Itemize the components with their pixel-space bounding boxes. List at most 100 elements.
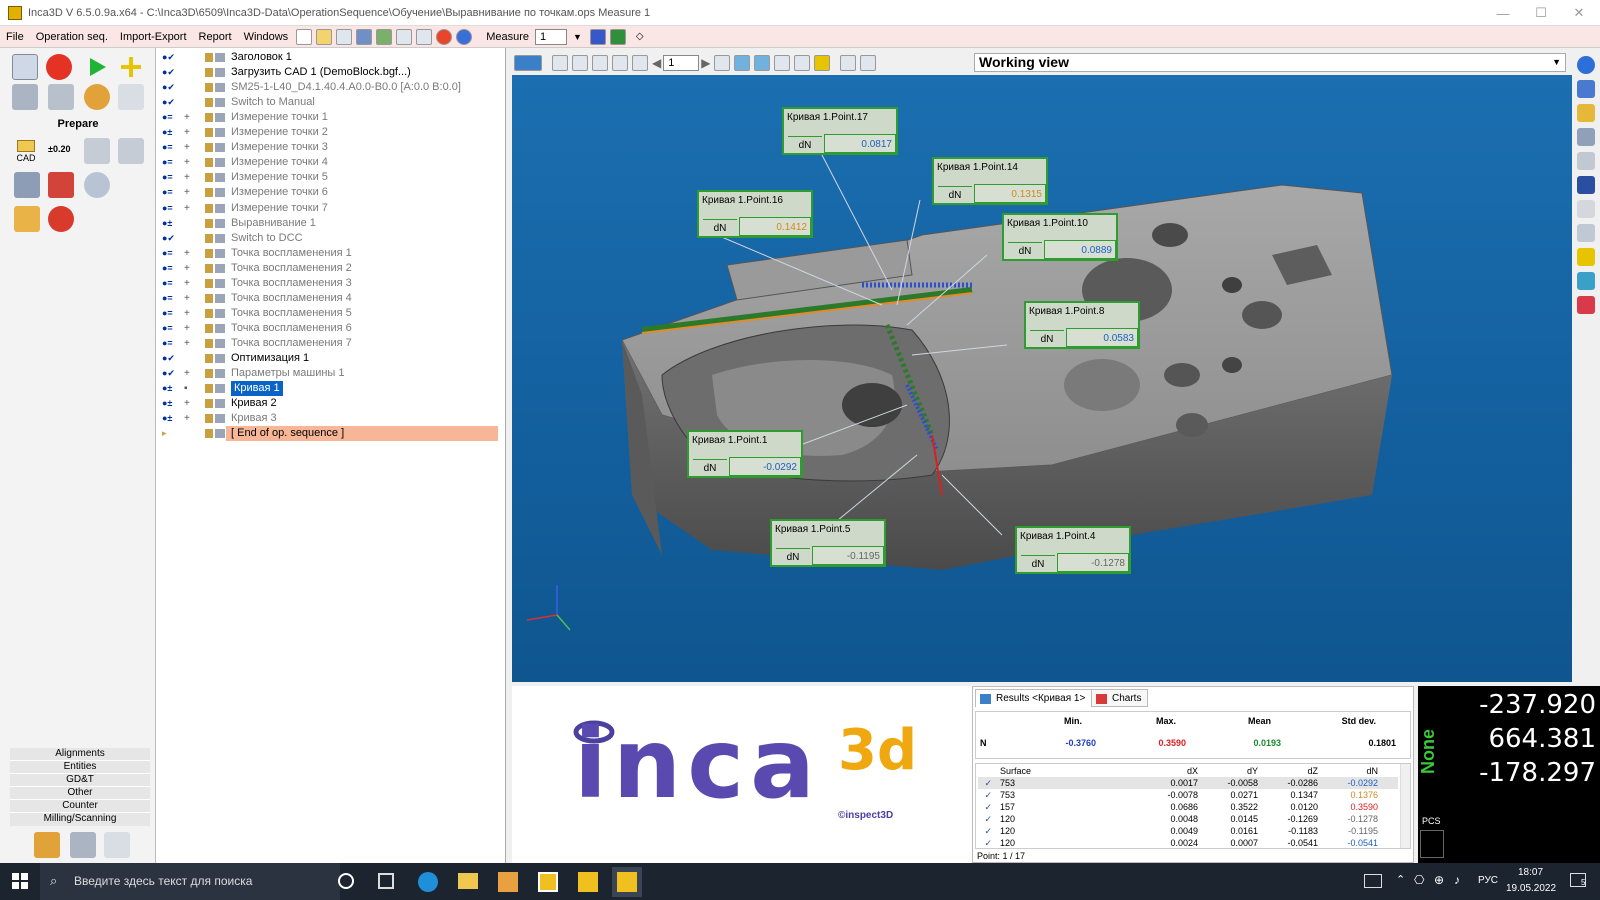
expand-toggle-icon[interactable]: + bbox=[184, 261, 193, 276]
expand-toggle-icon[interactable]: + bbox=[184, 276, 193, 291]
plane-icon[interactable] bbox=[1577, 80, 1595, 98]
3d-viewport[interactable]: Кривая 1.Point.17 dN 0.0817 Кривая 1.Poi… bbox=[512, 75, 1572, 682]
annotation-point-4[interactable]: Кривая 1.Point.4 dN -0.1278 bbox=[1015, 526, 1131, 574]
expand-toggle-icon[interactable]: + bbox=[184, 110, 193, 125]
help-icon[interactable] bbox=[456, 28, 473, 45]
import-icon[interactable] bbox=[376, 28, 393, 45]
tree-row[interactable]: ●± + Кривая 2 bbox=[156, 396, 505, 411]
stop-icon[interactable] bbox=[436, 28, 453, 45]
measure-select[interactable]: 1 bbox=[534, 28, 567, 45]
stylus-icon[interactable] bbox=[48, 84, 74, 110]
more-icon[interactable]: ◇ bbox=[636, 31, 644, 42]
category-alignments[interactable]: Alignments bbox=[10, 748, 150, 761]
annotation-point-17[interactable]: Кривая 1.Point.17 dN 0.0817 bbox=[782, 107, 898, 155]
tree-row[interactable]: ●= + Точка воспламенения 1 bbox=[156, 246, 505, 261]
expand-toggle-icon[interactable]: + bbox=[184, 155, 193, 170]
tree-row[interactable]: ●✔ + Параметры машины 1 bbox=[156, 366, 505, 381]
tree-row[interactable]: ●± + Измерение точки 2 bbox=[156, 125, 505, 140]
previous-icon[interactable]: ◀ bbox=[652, 56, 661, 70]
cone-icon[interactable] bbox=[1577, 248, 1595, 266]
tree-row[interactable]: ●± Выравнивание 1 bbox=[156, 216, 505, 231]
pointer-icon[interactable] bbox=[1577, 152, 1595, 170]
display-icon[interactable] bbox=[1577, 272, 1595, 290]
cursor-icon[interactable] bbox=[1577, 224, 1595, 242]
calibrate-icon[interactable] bbox=[118, 84, 144, 110]
expand-toggle-icon[interactable]: + bbox=[184, 366, 193, 381]
camera-icon[interactable] bbox=[14, 172, 40, 198]
chevron-up-icon[interactable]: ⌃ bbox=[1396, 873, 1405, 886]
view-select-icon[interactable] bbox=[514, 54, 542, 71]
notification-icon[interactable]: 5 bbox=[1570, 873, 1586, 887]
settings-icon[interactable] bbox=[416, 28, 433, 45]
tab-results[interactable]: Results <Кривая 1> bbox=[975, 689, 1093, 707]
tree-row[interactable]: ●= + Точка воспламенения 3 bbox=[156, 276, 505, 291]
grid-icon[interactable] bbox=[336, 28, 353, 45]
close-button[interactable]: ✕ bbox=[1560, 0, 1598, 26]
pick-icon[interactable] bbox=[612, 54, 628, 71]
lock-icon[interactable] bbox=[860, 54, 877, 71]
inspect-icon[interactable] bbox=[84, 172, 110, 198]
globe-icon[interactable]: ⊕ bbox=[1434, 873, 1444, 887]
cortana-icon[interactable] bbox=[338, 873, 354, 889]
expand-toggle-icon[interactable]: ▪ bbox=[184, 381, 193, 396]
measure-add-icon[interactable] bbox=[609, 28, 626, 45]
rotate-icon[interactable] bbox=[14, 206, 40, 232]
expand-toggle-icon[interactable]: + bbox=[184, 125, 193, 140]
machine-icon[interactable] bbox=[396, 28, 413, 45]
expand-toggle-icon[interactable]: + bbox=[184, 201, 193, 216]
cad-button[interactable]: CAD bbox=[8, 140, 44, 164]
expand-toggle-icon[interactable]: + bbox=[184, 321, 193, 336]
tree-row[interactable]: ●✔ Загрузить CAD 1 (DemoBlock.bgf...) bbox=[156, 65, 505, 80]
tools-icon[interactable] bbox=[48, 172, 74, 198]
coordinate-icon[interactable] bbox=[84, 138, 110, 164]
tree-row[interactable]: ●± ▪ Кривая 1 bbox=[156, 381, 505, 397]
windows-start-icon[interactable] bbox=[12, 873, 28, 892]
play-icon[interactable] bbox=[84, 54, 110, 80]
layers-icon[interactable] bbox=[592, 54, 608, 71]
align-icon[interactable] bbox=[118, 138, 144, 164]
tree-row[interactable]: ●= + Точка воспламенения 7 bbox=[156, 336, 505, 351]
tree-row[interactable]: ●= + Измерение точки 4 bbox=[156, 155, 505, 170]
annotation-point-16[interactable]: Кривая 1.Point.16 dN 0.1412 bbox=[697, 190, 813, 238]
annotation-point-8[interactable]: Кривая 1.Point.8 dN 0.0583 bbox=[1024, 301, 1140, 349]
page-select[interactable]: 1 bbox=[663, 54, 700, 71]
target-icon[interactable] bbox=[48, 206, 74, 232]
section-icon[interactable] bbox=[774, 54, 791, 71]
category-other[interactable]: Other bbox=[10, 787, 150, 800]
tree-row[interactable]: ●= + Измерение точки 5 bbox=[156, 170, 505, 185]
annotation-point-10[interactable]: Кривая 1.Point.10 dN 0.0889 bbox=[1002, 213, 1118, 261]
tree-row[interactable]: ●= + Точка воспламенения 4 bbox=[156, 291, 505, 306]
annotation-point-5[interactable]: Кривая 1.Point.5 dN -0.1195 bbox=[770, 519, 886, 567]
table-icon[interactable] bbox=[1577, 200, 1595, 218]
tree-row[interactable]: ●✔ Заголовок 1 bbox=[156, 50, 505, 65]
expand-toggle-icon[interactable]: + bbox=[184, 140, 193, 155]
machine-probe-icon[interactable] bbox=[70, 832, 96, 858]
add-icon[interactable] bbox=[118, 54, 144, 80]
category-gdt[interactable]: GD&T bbox=[10, 774, 150, 787]
shading-icon[interactable] bbox=[794, 54, 811, 71]
color-icon[interactable] bbox=[814, 54, 831, 71]
tab-charts[interactable]: Charts bbox=[1091, 689, 1149, 707]
expand-toggle-icon[interactable]: + bbox=[184, 306, 193, 321]
keyboard-icon[interactable] bbox=[1364, 874, 1382, 888]
zoom-icon[interactable] bbox=[734, 54, 751, 71]
expand-toggle-icon[interactable]: + bbox=[184, 291, 193, 306]
tree-row[interactable]: ●= + Измерение точки 6 bbox=[156, 185, 505, 200]
menu-import-export[interactable]: Import-Export bbox=[114, 26, 193, 48]
sphere-icon[interactable] bbox=[1577, 56, 1595, 74]
taskbar-search[interactable]: ⌕ Введите здесь текст для поиска bbox=[40, 863, 340, 900]
new-file-icon[interactable] bbox=[296, 28, 313, 45]
tree-row[interactable]: ●= + Точка воспламенения 2 bbox=[156, 261, 505, 276]
measure-view-icon[interactable] bbox=[552, 54, 568, 71]
axis-icon[interactable] bbox=[1577, 104, 1595, 122]
fit-icon[interactable] bbox=[714, 54, 731, 71]
tree-row[interactable]: ●= + Измерение точки 7 bbox=[156, 201, 505, 216]
tolerance-button[interactable]: ±0.20 bbox=[48, 144, 70, 154]
expand-toggle-icon[interactable]: + bbox=[184, 246, 193, 261]
expand-toggle-icon[interactable]: + bbox=[184, 336, 193, 351]
table-row[interactable]: ✓ 120 0.0024 0.0007 -0.0541 -0.0541 bbox=[978, 837, 1398, 848]
tree-row[interactable]: ●= + Точка воспламенения 5 bbox=[156, 306, 505, 321]
task-view-icon[interactable] bbox=[378, 873, 394, 889]
tree-row[interactable]: ●= + Измерение точки 1 bbox=[156, 110, 505, 125]
rotate-view-icon[interactable] bbox=[754, 54, 771, 71]
